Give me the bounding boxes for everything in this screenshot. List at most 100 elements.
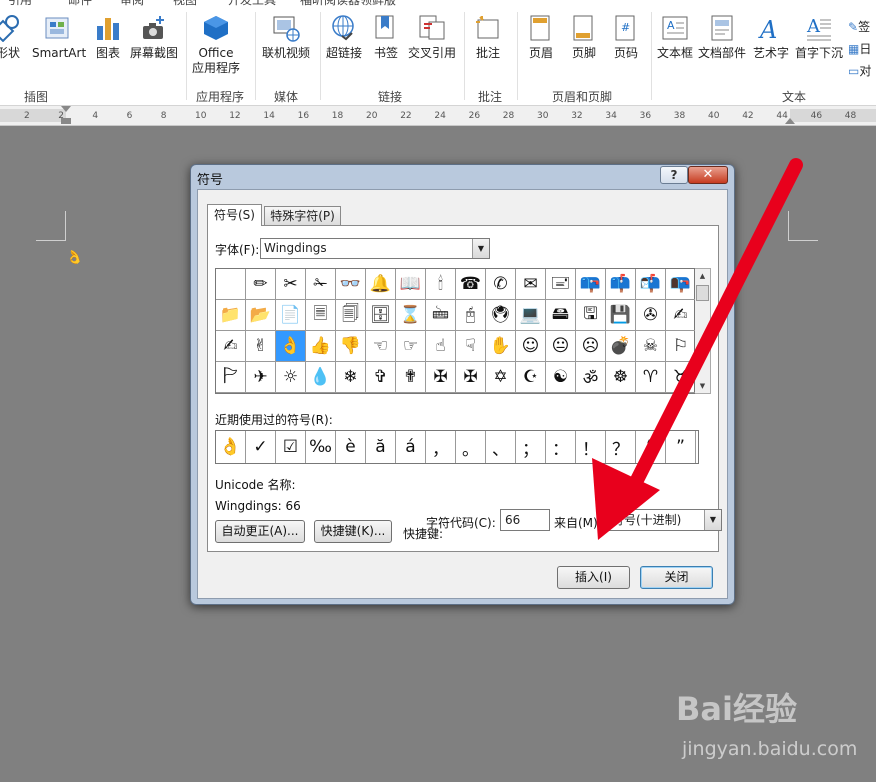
scroll-down-icon[interactable]: ▼ bbox=[695, 379, 710, 393]
symbol-cell[interactable]: ♉ bbox=[666, 362, 696, 393]
recent-symbol-cell[interactable]: 。 bbox=[456, 431, 486, 463]
office-apps-button[interactable]: Office 应用程序 bbox=[192, 14, 240, 76]
autocorrect-button[interactable]: 自动更正(A)... bbox=[215, 520, 305, 543]
shapes-button[interactable]: 形状 bbox=[0, 14, 22, 61]
recent-symbol-cell[interactable]: ☑ bbox=[276, 431, 306, 463]
symbol-cell[interactable]: 📭 bbox=[666, 269, 696, 300]
symbol-cell[interactable]: 👓 bbox=[336, 269, 366, 300]
symbol-cell[interactable]: ✏ bbox=[246, 269, 276, 300]
symbol-cell[interactable]: ☼ bbox=[276, 362, 306, 393]
symbol-cell[interactable]: ✍ bbox=[216, 331, 246, 362]
new-comment-button[interactable]: 批注 bbox=[474, 14, 502, 61]
tab-references[interactable]: 引用 bbox=[8, 0, 32, 8]
tab-developer[interactable]: 开发工具 bbox=[228, 0, 276, 8]
symbol-cell[interactable]: ✟ bbox=[396, 362, 426, 393]
bookmark-button[interactable]: 书签 bbox=[372, 14, 400, 61]
symbol-cell[interactable]: 😐 bbox=[546, 331, 576, 362]
horizontal-ruler[interactable]: 2 2 4 6 8 10 12 14 16 18 20 22 24 26 28 30 32 34 36 38 40 42 4… bbox=[0, 106, 876, 126]
symbol-cell[interactable]: ☯ bbox=[546, 362, 576, 393]
symbol-cell[interactable]: ✁ bbox=[306, 269, 336, 300]
symbol-cell[interactable]: 🖮 bbox=[426, 300, 456, 331]
recent-symbol-cell[interactable]: “ bbox=[636, 431, 666, 463]
recent-symbol-cell[interactable]: ， bbox=[426, 431, 456, 463]
hyperlink-button[interactable]: 超链接 bbox=[326, 14, 362, 61]
symbol-cell[interactable]: ⚐ bbox=[666, 331, 696, 362]
symbol-cell[interactable]: ✍ bbox=[666, 300, 696, 331]
char-code-input[interactable]: 66 bbox=[500, 509, 550, 531]
symbol-cell[interactable]: 📫 bbox=[606, 269, 636, 300]
symbol-cell[interactable]: ✉ bbox=[516, 269, 546, 300]
close-icon[interactable]: ✕ bbox=[688, 166, 728, 184]
insert-button[interactable]: 插入(I) bbox=[557, 566, 630, 589]
symbol-cell[interactable]: ✂ bbox=[276, 269, 306, 300]
recent-symbol-cell[interactable]: á bbox=[396, 431, 426, 463]
symbol-cell[interactable]: 🗐 bbox=[336, 300, 366, 331]
symbol-cell[interactable]: 🔔 bbox=[366, 269, 396, 300]
symbol-cell[interactable]: 👍 bbox=[306, 331, 336, 362]
tab-mailings[interactable]: 邮件 bbox=[68, 0, 92, 8]
symbol-cell[interactable]: 🖫 bbox=[576, 300, 606, 331]
symbol-cell[interactable]: 🕯 bbox=[426, 269, 456, 300]
dropcap-button[interactable]: A 首字下沉 bbox=[795, 14, 843, 61]
font-select[interactable]: Wingdings ▼ bbox=[260, 238, 490, 259]
symbol-cell[interactable] bbox=[216, 269, 246, 300]
symbol-cell[interactable]: ✞ bbox=[366, 362, 396, 393]
symbol-cell[interactable]: 🖲 bbox=[486, 300, 516, 331]
symbol-cell[interactable]: ☞ bbox=[396, 331, 426, 362]
header-button[interactable]: 页眉 bbox=[527, 14, 555, 61]
symbol-cell[interactable]: ☸ bbox=[606, 362, 636, 393]
symbol-cell[interactable]: 🖃 bbox=[546, 269, 576, 300]
symbol-cell[interactable]: 📂 bbox=[246, 300, 276, 331]
tab-symbols[interactable]: 符号(S) bbox=[207, 204, 262, 226]
screenshot-button[interactable]: 屏幕截图 bbox=[130, 14, 178, 61]
online-video-button[interactable]: 联机视频 bbox=[262, 14, 310, 61]
cross-reference-button[interactable]: 交叉引用 bbox=[408, 14, 456, 61]
recent-symbol-cell[interactable]: ” bbox=[666, 431, 696, 463]
recent-symbol-cell[interactable]: ？ bbox=[606, 431, 636, 463]
symbol-cell[interactable]: ♈ bbox=[636, 362, 666, 393]
symbol-cell[interactable]: ✠ bbox=[456, 362, 486, 393]
symbol-cell[interactable]: 💻 bbox=[516, 300, 546, 331]
tab-review[interactable]: 审阅 bbox=[120, 0, 144, 8]
symbol-cell[interactable]: 👎 bbox=[336, 331, 366, 362]
symbol-cell[interactable]: 💧 bbox=[306, 362, 336, 393]
tab-special-characters[interactable]: 特殊字符(P) bbox=[264, 206, 341, 226]
quick-parts-button[interactable]: 文档部件 bbox=[698, 14, 746, 61]
recent-symbol-cell[interactable]: 👌 bbox=[216, 431, 246, 463]
symbol-cell[interactable]: 🖰 bbox=[456, 300, 486, 331]
symbol-grid-scrollbar[interactable]: ▲ ▼ bbox=[695, 268, 711, 394]
page-number-button[interactable]: # 页码 bbox=[612, 14, 640, 61]
scroll-thumb[interactable] bbox=[696, 285, 709, 301]
recent-symbol-cell[interactable]: ： bbox=[546, 431, 576, 463]
symbol-cell[interactable]: ☪ bbox=[516, 362, 546, 393]
symbol-cell[interactable]: 🗏 bbox=[306, 300, 336, 331]
from-select[interactable]: 符号(十进制) ▼ bbox=[607, 509, 722, 531]
chart-button[interactable]: 图表 bbox=[94, 14, 122, 61]
symbol-cell[interactable]: ☹ bbox=[576, 331, 606, 362]
symbol-cell[interactable]: ❄ bbox=[336, 362, 366, 393]
symbol-cell[interactable]: ✈ bbox=[246, 362, 276, 393]
symbol-cell[interactable]: ⌛ bbox=[396, 300, 426, 331]
symbol-cell[interactable]: ☜ bbox=[366, 331, 396, 362]
shortcut-key-button[interactable]: 快捷键(K)... bbox=[314, 520, 392, 543]
close-button[interactable]: 关闭 bbox=[640, 566, 713, 589]
symbol-cell[interactable]: 📬 bbox=[636, 269, 666, 300]
symbol-cell[interactable]: 💣 bbox=[606, 331, 636, 362]
symbol-cell[interactable]: 📪 bbox=[576, 269, 606, 300]
symbol-cell[interactable]: ॐ bbox=[576, 362, 606, 393]
recent-symbol-cell[interactable]: ✓ bbox=[246, 431, 276, 463]
symbol-cell[interactable]: ✠ bbox=[426, 362, 456, 393]
symbol-cell[interactable]: 🏱 bbox=[216, 362, 246, 393]
symbol-cell[interactable]: ☟ bbox=[456, 331, 486, 362]
tab-view[interactable]: 视图 bbox=[173, 0, 197, 8]
symbol-cell[interactable]: 🖴 bbox=[546, 300, 576, 331]
symbol-cell-selected[interactable]: 👌 bbox=[276, 331, 306, 362]
scroll-up-icon[interactable]: ▲ bbox=[695, 269, 710, 283]
recent-symbol-cell[interactable]: 、 bbox=[486, 431, 516, 463]
chevron-down-icon[interactable]: ▼ bbox=[704, 510, 721, 530]
smartart-button[interactable]: SmartArt bbox=[32, 14, 86, 61]
symbol-cell[interactable]: ☎ bbox=[456, 269, 486, 300]
symbol-cell[interactable]: 📄 bbox=[276, 300, 306, 331]
symbol-cell[interactable]: 📁 bbox=[216, 300, 246, 331]
recent-symbol-cell[interactable]: ă bbox=[366, 431, 396, 463]
